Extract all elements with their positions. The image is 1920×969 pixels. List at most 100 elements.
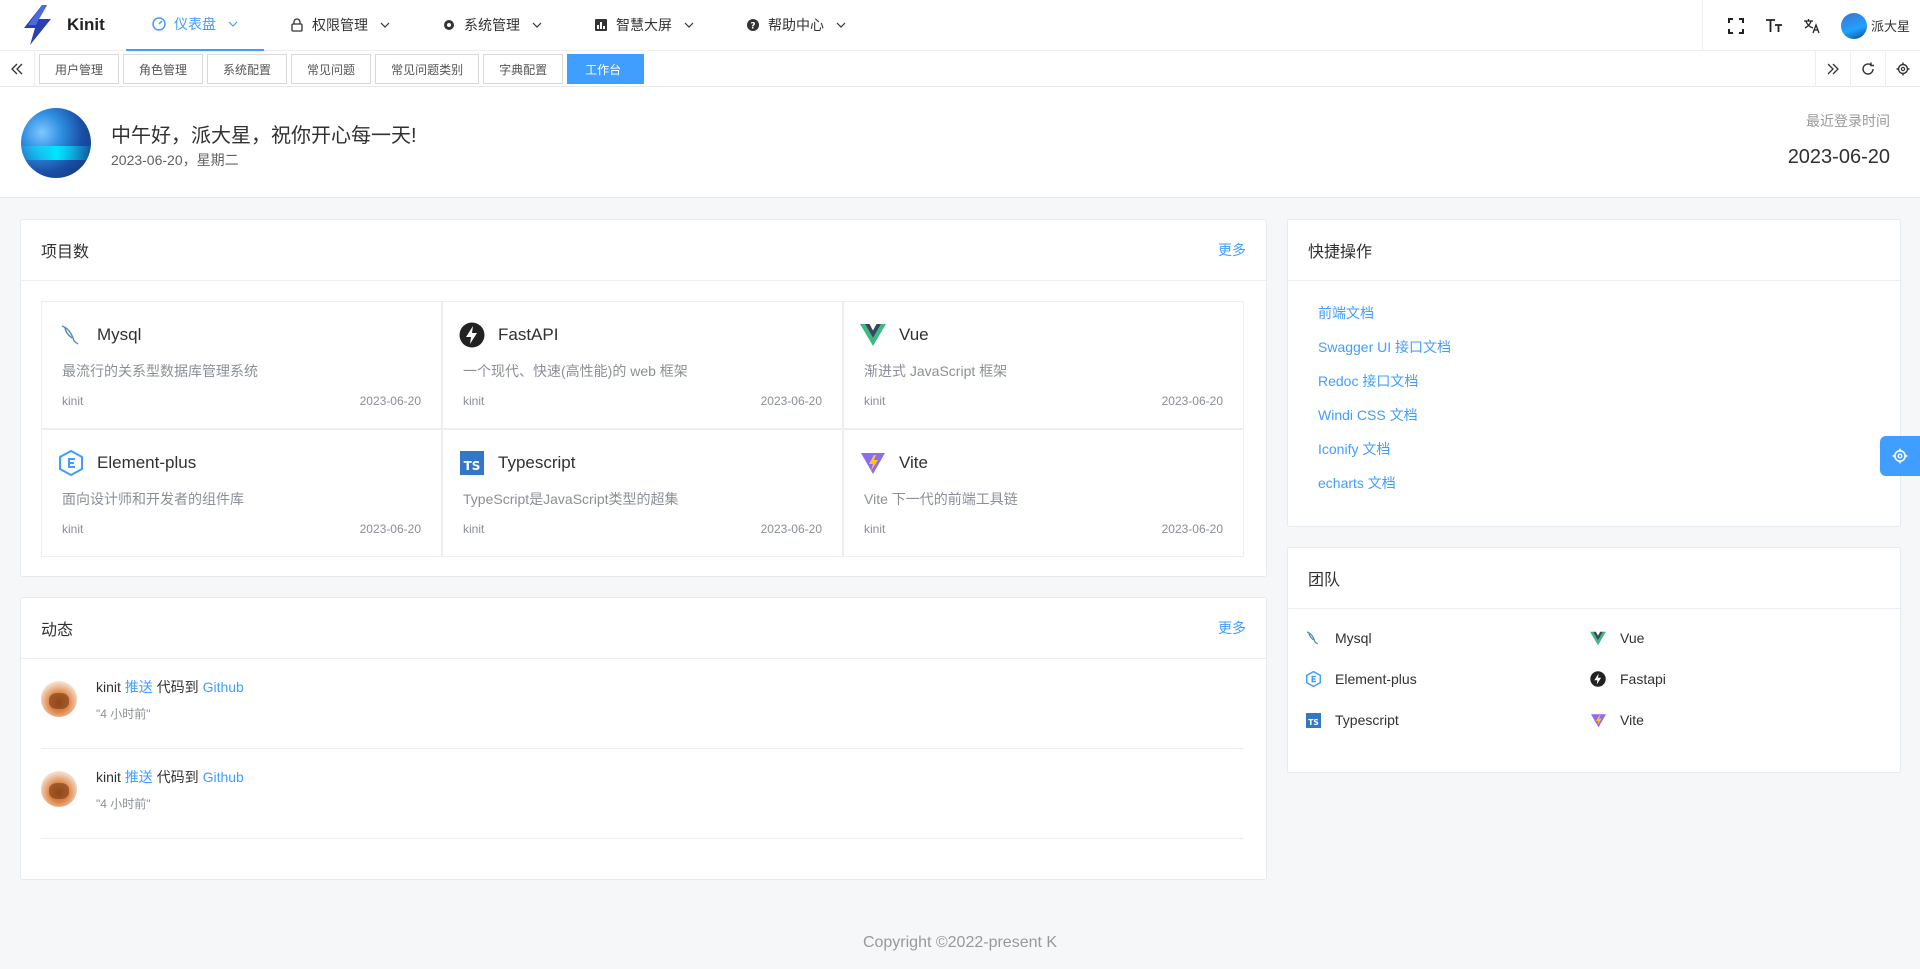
project-card-element-plus[interactable]: Element-plus 面向设计师和开发者的组件库 kinit 2023-06… [41, 429, 442, 557]
team-name: Vite [1620, 712, 1644, 728]
menu-label: 仪表盘 [174, 16, 216, 32]
team-item-element-plus[interactable]: Element-plus [1305, 671, 1417, 687]
tag-label: 工作台 [585, 62, 622, 77]
element-plus-icon [58, 450, 84, 476]
menu-item-permissions[interactable]: 权限管理 [264, 0, 416, 51]
project-owner: kinit [864, 522, 886, 536]
typescript-icon: TS [459, 450, 485, 476]
gear-icon [1892, 448, 1908, 464]
tag-label: 用户管理 [55, 62, 104, 77]
project-name: Mysql [97, 325, 142, 344]
activity-text: kinit 推送 代码到 Github [96, 767, 244, 787]
chevron-down-icon [836, 22, 846, 28]
project-card-mysql[interactable]: Mysql 最流行的关系型数据库管理系统 kinit 2023-06-20 [41, 301, 442, 429]
card-header: 快捷操作 [1288, 220, 1900, 281]
quick-actions-card: 快捷操作 前端文档 Swagger UI 接口文档 Redoc 接口文档 Win… [1287, 219, 1901, 527]
logo[interactable]: Kinit [0, 0, 126, 51]
tag-system-config[interactable]: 系统配置 [207, 54, 288, 84]
more-link[interactable]: 更多 [1218, 618, 1246, 638]
dynamics-card: 动态 更多 kinit 推送 代码到 Github "4 小时前" kinit … [20, 597, 1267, 880]
translate-icon[interactable] [1793, 0, 1831, 51]
list-item: kinit 推送 代码到 Github "4 小时前" [41, 659, 1244, 749]
team-item-vite[interactable]: Vite [1590, 712, 1644, 728]
tags-scroll-right-icon[interactable] [1815, 51, 1850, 87]
tag-role-management[interactable]: 角色管理 [123, 54, 204, 84]
last-login-label: 最近登录时间 [1806, 113, 1890, 129]
tag-label: 系统配置 [223, 62, 272, 77]
help-icon: ? [746, 18, 760, 32]
menu-item-system[interactable]: 系统管理 [416, 0, 568, 51]
font-size-icon[interactable] [1755, 0, 1793, 51]
team-name: Mysql [1335, 630, 1372, 646]
team-item-typescript[interactable]: TS Typescript [1305, 712, 1399, 728]
project-card-typescript[interactable]: TS Typescript TypeScript是JavaScript类型的超集… [442, 429, 843, 557]
project-owner: kinit [463, 394, 485, 408]
quick-link-iconify[interactable]: Iconify 文档 [1318, 440, 1451, 474]
tag-faq-category[interactable]: 常见问题类别 [375, 54, 480, 84]
project-date: 2023-06-20 [1161, 394, 1223, 408]
svg-text:TS: TS [464, 459, 481, 473]
team-name: Fastapi [1620, 671, 1666, 687]
top-header: Kinit 仪表盘 权限管理 系统管理 智慧大屏 ? 帮助中心 派大星 [0, 0, 1920, 51]
tag-workbench[interactable]: 工作台 [567, 54, 645, 84]
card-header: 动态 更多 [21, 598, 1266, 659]
project-date: 2023-06-20 [760, 394, 822, 408]
element-plus-icon [1305, 671, 1321, 687]
gear-icon [442, 18, 456, 32]
dashboard-icon [152, 17, 166, 31]
tag-list: 用户管理 角色管理 系统配置 常见问题 常见问题类别 字典配置 工作台 [39, 54, 648, 84]
tag-label: 字典配置 [499, 62, 548, 77]
project-card-fastapi[interactable]: FastAPI 一个现代、快速(高性能)的 web 框架 kinit 2023-… [442, 301, 843, 429]
activity-target-link[interactable]: Github [203, 679, 244, 695]
svg-text:TS: TS [1308, 717, 1319, 726]
tag-dictionary[interactable]: 字典配置 [483, 54, 564, 84]
activity-action-link[interactable]: 推送 [125, 769, 153, 785]
project-desc: 面向设计师和开发者的组件库 [62, 491, 244, 507]
tag-label: 常见问题类别 [391, 62, 464, 77]
menu-label: 智慧大屏 [616, 17, 672, 33]
quick-link-swagger[interactable]: Swagger UI 接口文档 [1318, 338, 1451, 372]
card-title: 团队 [1308, 572, 1341, 589]
floating-settings-button[interactable] [1880, 436, 1920, 476]
greeting-title: 中午好，派大星，祝你开心每一天! [111, 125, 417, 147]
more-link[interactable]: 更多 [1218, 240, 1246, 260]
project-name: Vue [899, 325, 929, 344]
menu-item-help[interactable]: ? 帮助中心 [720, 0, 872, 51]
tags-scroll-left-icon[interactable] [0, 51, 35, 87]
quick-link-echarts[interactable]: echarts 文档 [1318, 474, 1451, 508]
team-card: 团队 Mysql Vue Element-plus Fastapi TS Typ… [1287, 547, 1901, 773]
quick-links: 前端文档 Swagger UI 接口文档 Redoc 接口文档 Windi CS… [1318, 304, 1451, 508]
user-menu[interactable]: 派大星 [1831, 12, 1920, 39]
fastapi-icon [459, 322, 485, 348]
activity-action-link[interactable]: 推送 [125, 679, 153, 695]
project-date: 2023-06-20 [359, 522, 421, 536]
project-owner: kinit [62, 394, 84, 408]
project-card-vue[interactable]: Vue 渐进式 JavaScript 框架 kinit 2023-06-20 [843, 301, 1244, 429]
project-card-vite[interactable]: Vite Vite 下一代的前端工具链 kinit 2023-06-20 [843, 429, 1244, 557]
project-owner: kinit [864, 394, 886, 408]
fullscreen-icon[interactable] [1717, 0, 1755, 51]
refresh-icon[interactable] [1850, 51, 1885, 87]
team-item-vue[interactable]: Vue [1590, 630, 1644, 646]
quick-link-frontend-docs[interactable]: 前端文档 [1318, 304, 1451, 338]
tag-user-management[interactable]: 用户管理 [39, 54, 120, 84]
project-desc: Vite 下一代的前端工具链 [864, 491, 1018, 507]
list-item: kinit 推送 代码到 Github "4 小时前" [41, 749, 1244, 839]
menu-item-dashboard[interactable]: 仪表盘 [126, 0, 264, 51]
menu-item-big-screen[interactable]: 智慧大屏 [568, 0, 720, 51]
project-desc: 最流行的关系型数据库管理系统 [62, 363, 258, 379]
greeting-date: 2023-06-20，星期二 [111, 152, 239, 168]
chevron-down-icon [532, 22, 542, 28]
menu-label: 权限管理 [312, 17, 368, 33]
team-item-mysql[interactable]: Mysql [1305, 630, 1372, 646]
mysql-icon [58, 322, 84, 348]
settings-icon[interactable] [1885, 51, 1920, 87]
team-item-fastapi[interactable]: Fastapi [1590, 671, 1666, 687]
activity-time: "4 小时前" [96, 797, 151, 811]
quick-link-windi[interactable]: Windi CSS 文档 [1318, 406, 1451, 440]
quick-link-redoc[interactable]: Redoc 接口文档 [1318, 372, 1451, 406]
tag-faq[interactable]: 常见问题 [291, 54, 372, 84]
activity-target-link[interactable]: Github [203, 769, 244, 785]
card-header: 团队 [1288, 548, 1900, 609]
project-grid: Mysql 最流行的关系型数据库管理系统 kinit 2023-06-20 Fa… [41, 301, 1244, 557]
